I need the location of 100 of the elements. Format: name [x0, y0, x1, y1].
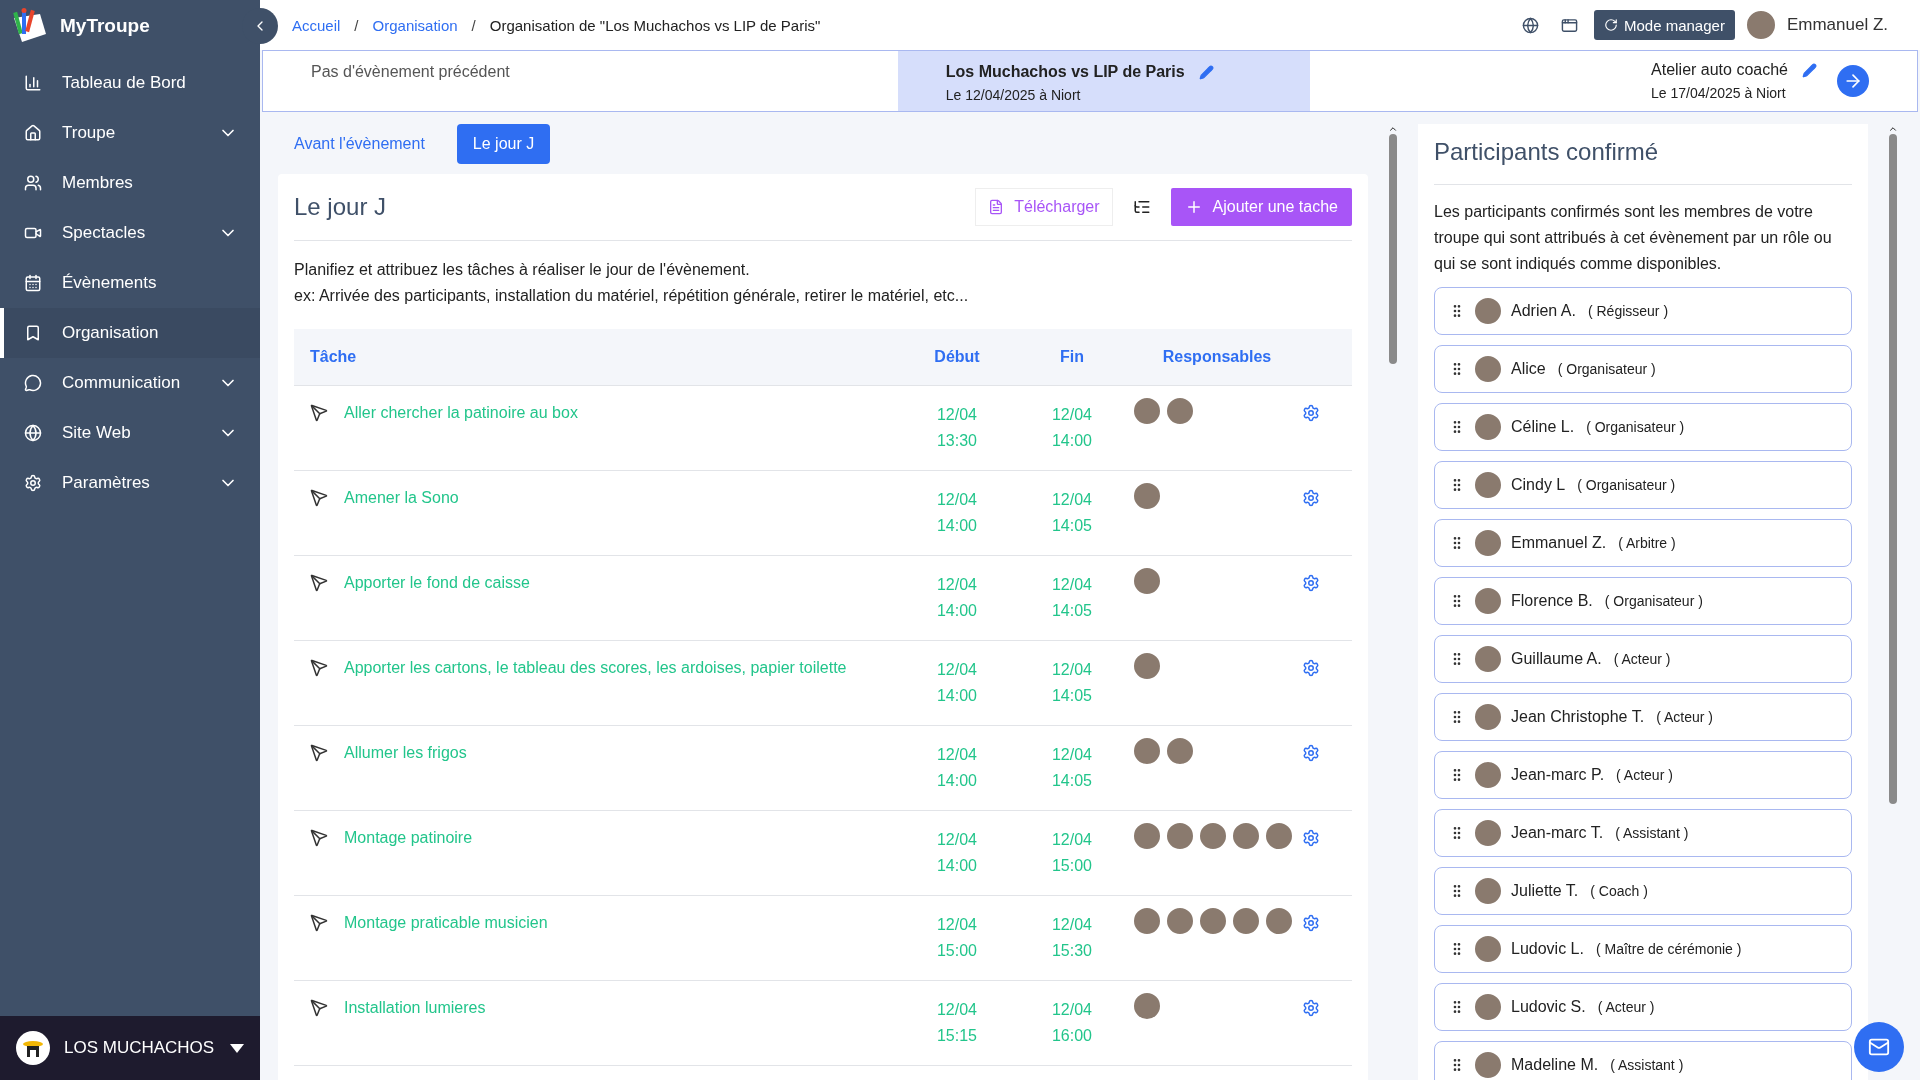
settings-icon[interactable] — [1302, 404, 1320, 422]
table-cell-text: 12/04 14:00 — [935, 490, 978, 536]
breadcrumb-separator: / — [354, 16, 359, 34]
participant-item[interactable]: Ludovic S. ( Acteur ) — [1434, 983, 1852, 1031]
user-name[interactable]: Emmanuel Z. — [1786, 15, 1888, 35]
participant-item[interactable]: Jean Christophe T. ( Acteur ) — [1434, 693, 1852, 741]
edit-icon[interactable] — [1198, 64, 1214, 80]
people-icon — [24, 174, 42, 192]
paper-plane-icon — [310, 404, 328, 422]
table-cell-text: 12/04 14:05 — [1050, 575, 1093, 621]
table-cell-text: 12/04 14:00 — [935, 575, 978, 621]
participant-item[interactable]: Guillaume A. ( Acteur ) — [1434, 635, 1852, 683]
app-name: MyTroupe — [60, 15, 150, 37]
sidebar-item[interactable]: Paramètres — [0, 458, 260, 508]
paper-plane-icon — [310, 999, 328, 1017]
bar-chart-icon — [24, 74, 42, 92]
role-text: ( Organisateur ) — [1557, 361, 1656, 377]
role-text: ( Acteur ) — [1597, 999, 1655, 1015]
sidebar-item[interactable]: Organisation — [0, 308, 260, 358]
table-cell-text: 12/04 16:00 — [1050, 1000, 1093, 1046]
table-cell-text: 12/04 14:00 — [1050, 405, 1093, 451]
participant-item[interactable]: Alice ( Organisateur ) — [1434, 345, 1852, 393]
paper-plane-icon — [310, 489, 328, 507]
role-text: ( Acteur ) — [1616, 767, 1673, 783]
column-header: Début — [933, 348, 981, 366]
panel-description: Les participants confirmés sont les membres de votre troupe qui sont attribués à cet évènement par un rôle ou qui se sont indiqués comme disponibles. — [1434, 202, 1833, 274]
scrollbar-thumb[interactable] — [1389, 134, 1397, 364]
chat-bubble-icon — [24, 374, 42, 392]
role-text: ( Coach ) — [1590, 883, 1648, 899]
table-cell-text: 12/04 13:30 — [935, 405, 978, 451]
settings-icon[interactable] — [1302, 574, 1320, 592]
sidebar-item[interactable]: Site Web — [0, 408, 260, 458]
sidebar-item[interactable]: Spectacles — [0, 208, 260, 258]
tab[interactable]: Le jour J — [456, 124, 551, 164]
troupe-logo — [16, 1031, 50, 1065]
settings-icon[interactable] — [1302, 659, 1320, 677]
column-header: Tâche — [309, 348, 358, 366]
participant-item[interactable]: Jean-marc P. ( Acteur ) — [1434, 751, 1852, 799]
breadcrumb-separator: / — [471, 16, 476, 34]
globe-icon — [24, 424, 42, 442]
participant-item[interactable]: Juliette T. ( Coach ) — [1434, 867, 1852, 915]
add-task-button[interactable]: Ajouter une tache — [1170, 188, 1352, 226]
previous-event-text: Pas d'évènement précédent — [310, 62, 511, 82]
role-text: ( Organisateur ) — [1577, 477, 1676, 493]
participant-item[interactable]: Adrien A. ( Régisseur ) — [1434, 287, 1852, 335]
participant-item[interactable]: Madeline M. ( Assistant ) — [1434, 1041, 1852, 1080]
settings-icon[interactable] — [1302, 999, 1320, 1017]
role-text: ( Assistant ) — [1610, 1057, 1684, 1073]
breadcrumb-link[interactable]: Organisation — [372, 16, 458, 34]
sidebar-item[interactable]: Troupe — [0, 108, 260, 158]
next-event-button[interactable] — [1837, 65, 1869, 97]
troupe-selector[interactable]: LOS MUCHACHOS — [0, 1016, 260, 1080]
role-text: ( Maître de cérémonie ) — [1595, 941, 1742, 957]
participant-item[interactable]: Jean-marc T. ( Assistant ) — [1434, 809, 1852, 857]
event-title[interactable]: Atelier auto coaché — [1651, 61, 1788, 79]
participant-item[interactable]: Cindy L ( Organisateur ) — [1434, 461, 1852, 509]
settings-icon[interactable] — [1302, 914, 1320, 932]
paper-plane-icon — [310, 829, 328, 847]
envelope-icon — [1868, 1036, 1890, 1058]
sidebar-item[interactable]: Tableau de Bord — [0, 58, 260, 108]
participant-item[interactable]: Florence B. ( Organisateur ) — [1434, 577, 1852, 625]
participant-item[interactable]: Emmanuel Z. ( Arbitre ) — [1434, 519, 1852, 567]
role-text: ( Acteur ) — [1613, 651, 1671, 667]
settings-icon — [24, 474, 42, 492]
table-cell-text: 12/04 14:05 — [1050, 490, 1093, 536]
page-title: Organisation de "Los Muchachos vs LIP de Paris" — [489, 16, 821, 34]
settings-icon[interactable] — [1302, 489, 1320, 507]
panel-title: Participants confirmé — [1434, 138, 1852, 185]
column-header: Responsables — [1161, 348, 1273, 366]
table-cell-text: 12/04 14:00 — [935, 830, 978, 876]
tab[interactable]: Avant l'évènement — [278, 124, 441, 164]
sidebar-item[interactable]: Communication — [0, 358, 260, 408]
scroll-up-icon[interactable] — [1888, 124, 1898, 134]
participant-item[interactable]: Céline L. ( Organisateur ) — [1434, 403, 1852, 451]
mode-manager-button[interactable]: Mode manager — [1594, 10, 1735, 40]
description-text: Planifiez et attribuez les tâches à réaliser le jour de l'évènement. ex: Arrivée des participants, installation du matériel, répétition générale, retirer le matériel, etc... — [294, 260, 970, 306]
breadcrumb-link[interactable]: Accueil — [292, 16, 341, 34]
table-cell-text: 12/04 14:00 — [935, 660, 978, 706]
scroll-up-icon[interactable] — [1388, 124, 1398, 134]
event-date: Le 12/04/2025 à Niort — [945, 87, 1082, 103]
sidebar-item[interactable]: Évènements — [0, 258, 260, 308]
table-cell-text: 12/04 14:05 — [1050, 745, 1093, 791]
bookmark-icon — [24, 324, 42, 342]
participant-item[interactable]: Ludovic L. ( Maître de cérémonie ) — [1434, 925, 1852, 973]
scrollbar-thumb[interactable] — [1889, 134, 1897, 804]
rotate-icon — [1604, 18, 1618, 32]
settings-icon[interactable] — [1302, 744, 1320, 762]
sidebar-item[interactable]: Membres — [0, 158, 260, 208]
caret-down-icon — [230, 1043, 244, 1053]
role-text: ( Arbitre ) — [1618, 535, 1676, 551]
paper-plane-icon — [310, 574, 328, 592]
role-text: ( Acteur ) — [1656, 709, 1713, 725]
role-text: ( Régisseur ) — [1587, 303, 1669, 319]
table-cell-text: 12/04 15:30 — [1050, 915, 1093, 961]
download-button[interactable]: Télécharger — [975, 188, 1113, 226]
edit-icon[interactable] — [1802, 62, 1817, 78]
settings-icon[interactable] — [1302, 829, 1320, 847]
card-title: Le jour J — [294, 193, 388, 221]
role-text: ( Organisateur ) — [1604, 593, 1703, 609]
globe-icon — [1522, 16, 1539, 34]
